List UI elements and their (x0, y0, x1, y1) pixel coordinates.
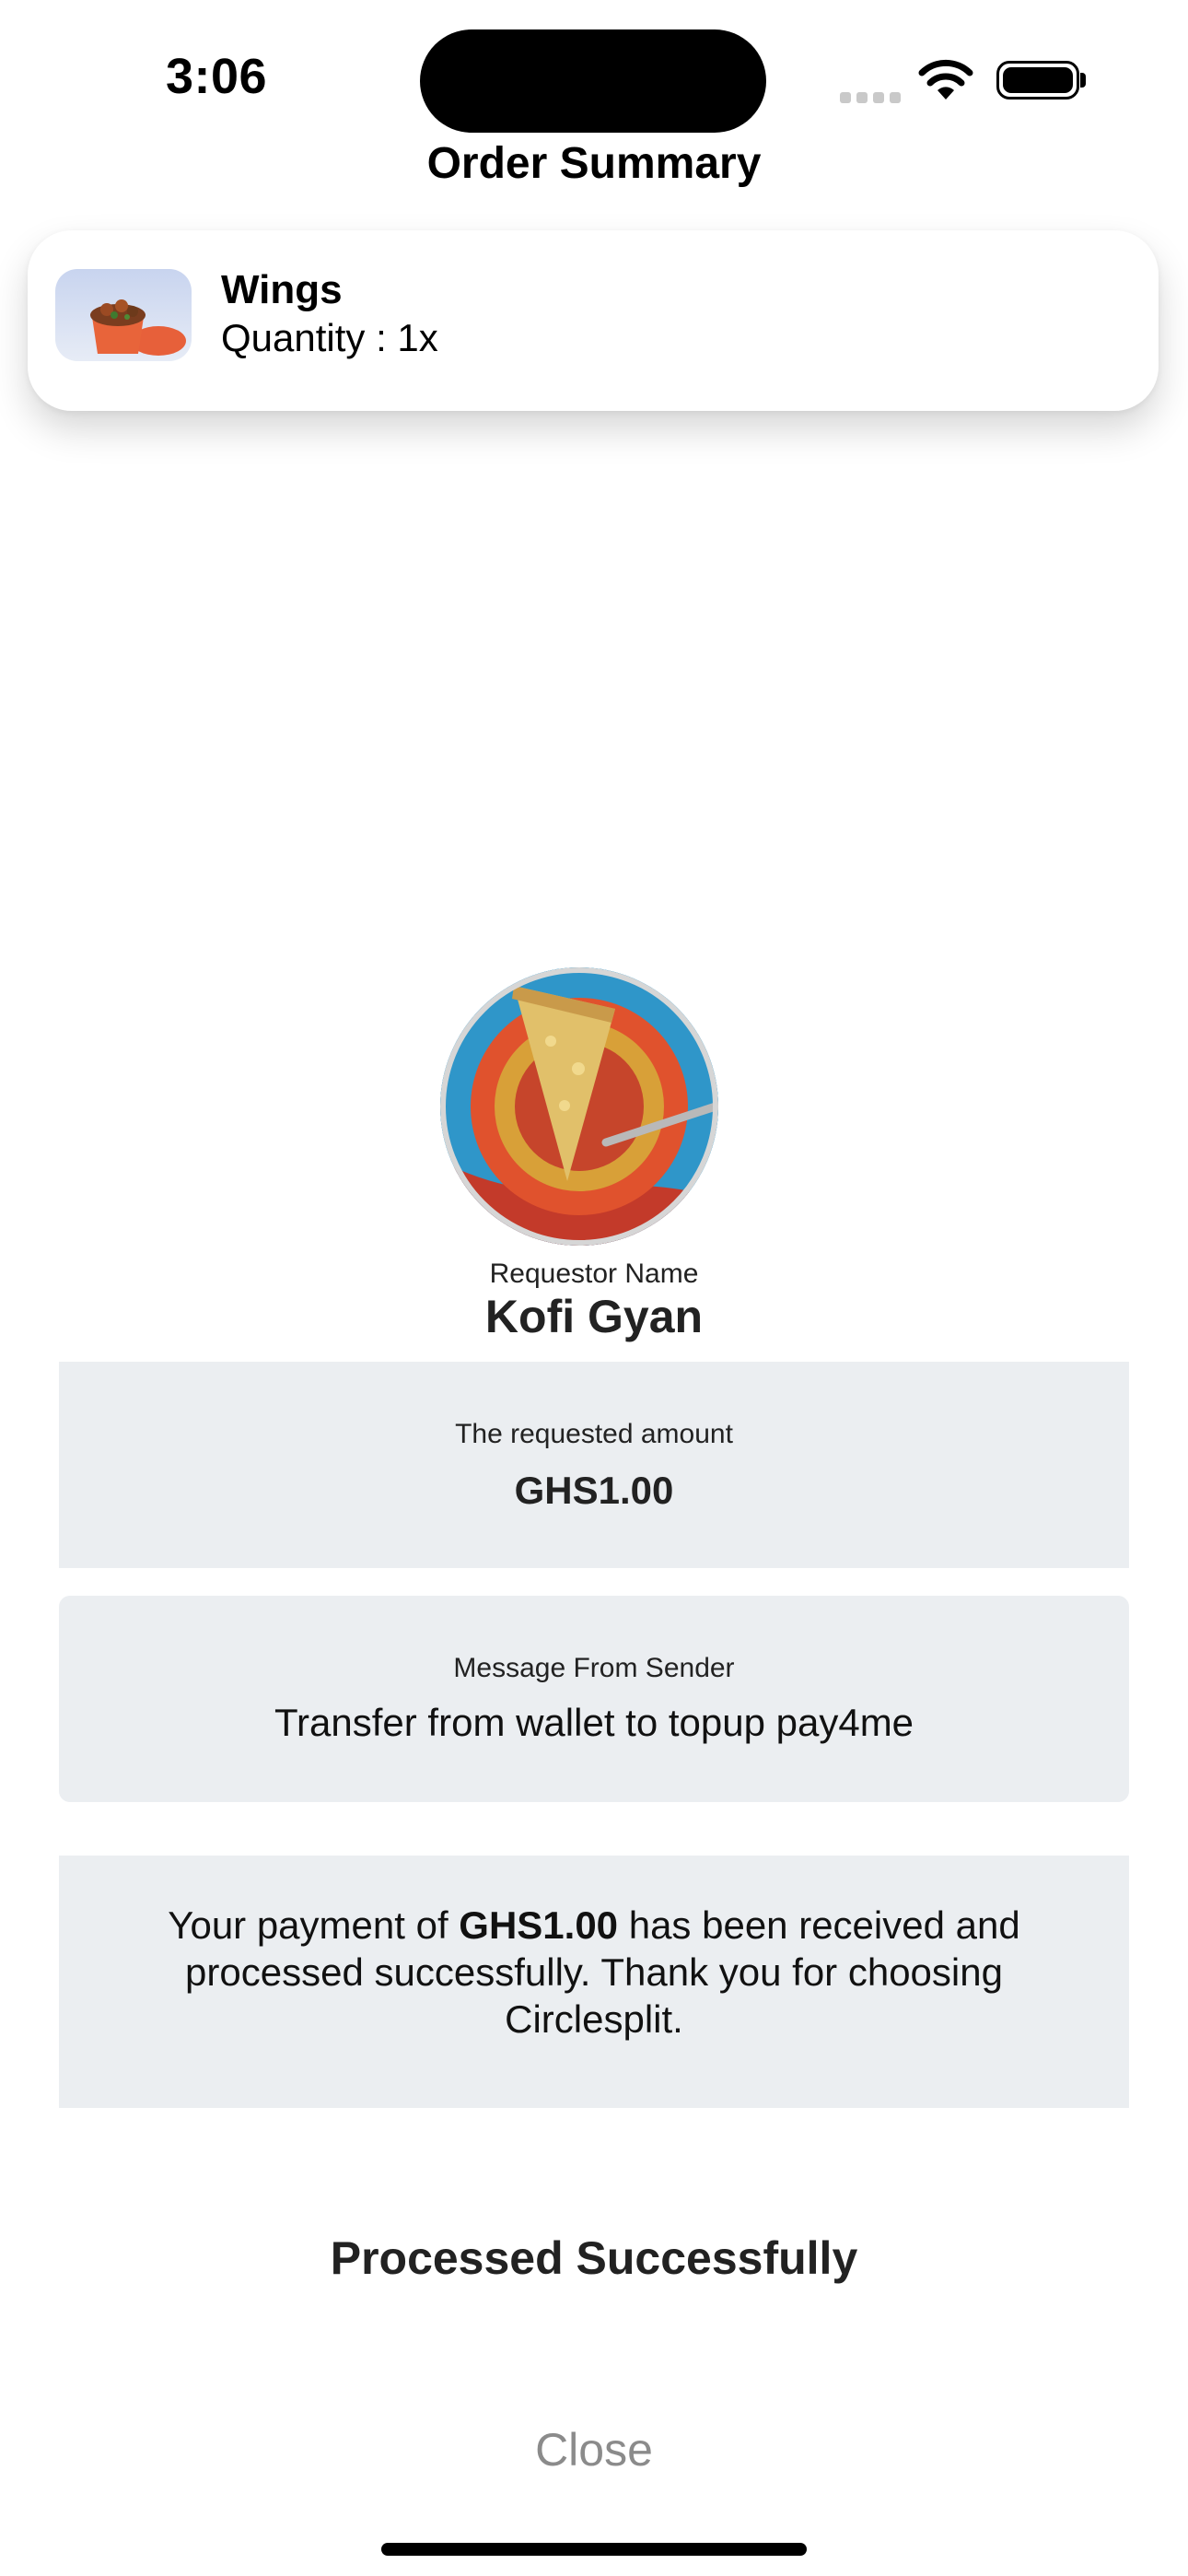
wifi-icon (918, 59, 973, 100)
requestor-avatar (440, 967, 718, 1246)
battery-cap (1080, 73, 1086, 88)
requested-amount-label: The requested amount (455, 1419, 733, 1449)
status-time: 3:06 (166, 49, 268, 104)
cellular-signal-icon (840, 66, 903, 103)
requestor-label: Requestor Name (489, 1259, 699, 1289)
sender-message-text: Transfer from wallet to topup pay4me (274, 1701, 914, 1744)
confirmation-prefix: Your payment of (168, 1903, 460, 1947)
item-quantity: Quantity : 1x (221, 316, 438, 359)
page-title: Order Summary (426, 139, 762, 188)
dynamic-island (420, 29, 766, 133)
sender-message-label: Message From Sender (453, 1653, 735, 1683)
food-thumbnail-icon (55, 269, 192, 361)
payment-confirmation-panel: Your payment of GHS1.00 has been receive… (59, 1856, 1129, 2108)
close-button[interactable]: Close (460, 2423, 728, 2488)
order-item-card[interactable]: Wings Quantity : 1x (28, 230, 1159, 411)
payment-confirmation-text: Your payment of GHS1.00 has been receive… (114, 1902, 1074, 2043)
confirmation-amount: GHS1.00 (459, 1903, 619, 1947)
processing-status: Processed Successfully (330, 2232, 858, 2284)
requested-amount-value: GHS1.00 (514, 1469, 674, 1512)
item-name: Wings (221, 267, 343, 312)
home-indicator[interactable] (381, 2543, 807, 2556)
requested-amount-panel: The requested amount GHS1.00 (59, 1362, 1129, 1568)
sender-message-panel: Message From Sender Transfer from wallet… (59, 1596, 1129, 1802)
battery-icon (996, 61, 1079, 100)
requestor-name: Kofi Gyan (484, 1291, 704, 1342)
